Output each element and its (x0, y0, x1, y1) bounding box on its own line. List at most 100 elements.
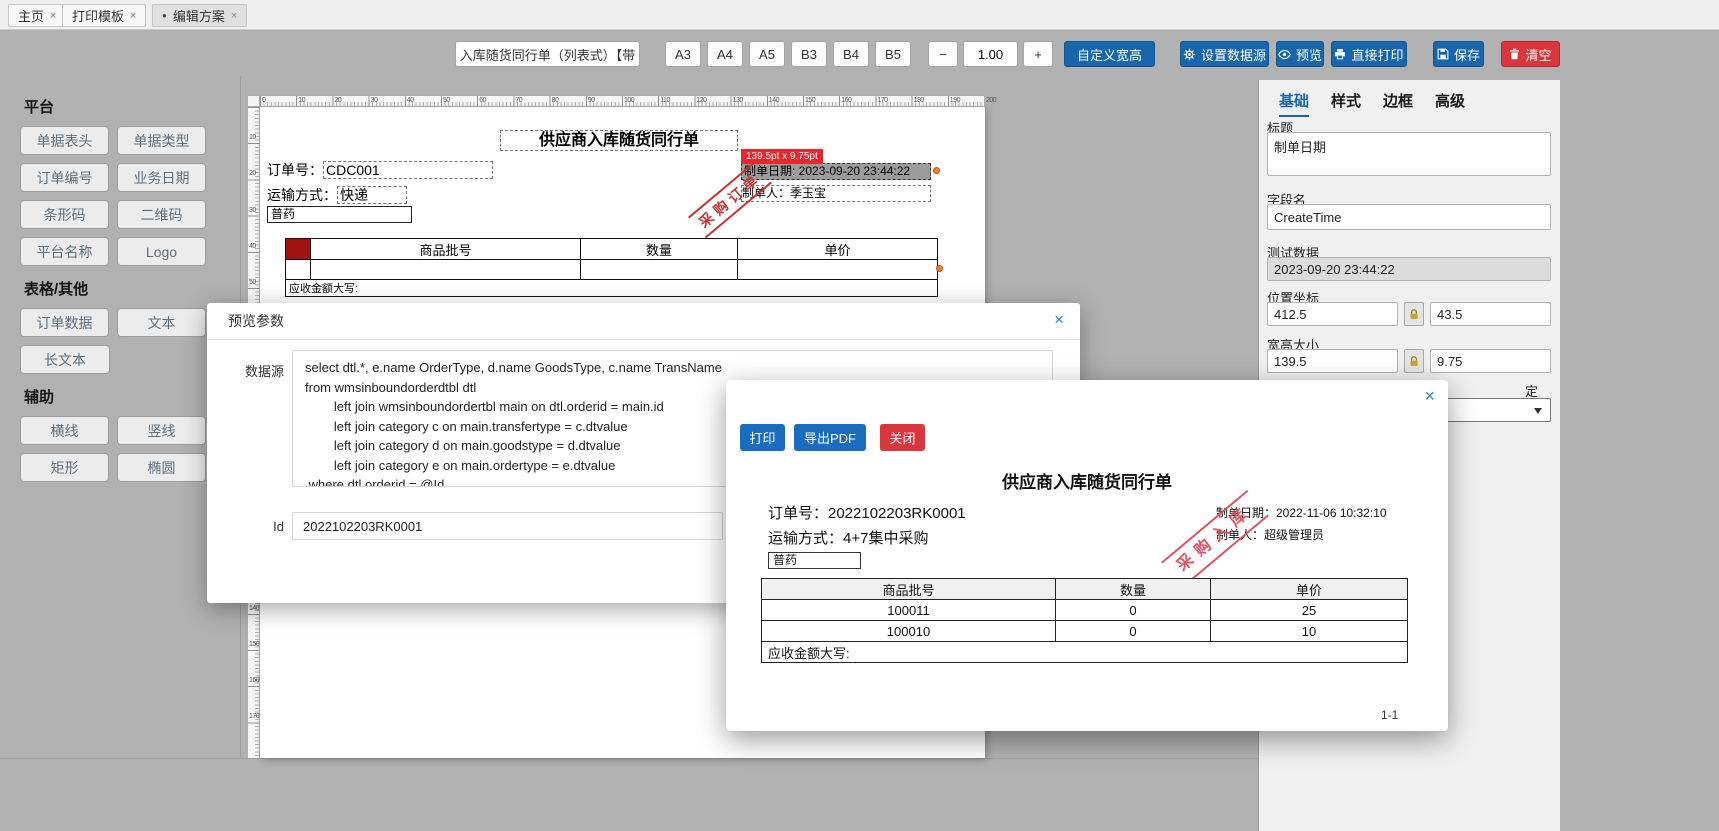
component-h-line[interactable]: 横线 (20, 416, 109, 445)
ruler-corner (247, 95, 260, 107)
tab-border[interactable]: 边框 (1383, 90, 1413, 117)
dialog-title: 预览参数 (228, 313, 284, 329)
design-creator-element[interactable]: 制单人：季玉宝 (741, 185, 931, 202)
design-drug-type-element[interactable]: 普药 (267, 206, 412, 223)
component-ellipse[interactable]: 椭圆 (117, 453, 206, 482)
custom-size-button[interactable]: 自定义宽高 (1064, 41, 1155, 67)
design-table-element[interactable]: 商品批号 数量 单价 应收金额大写: (285, 238, 938, 297)
height-input[interactable] (1430, 349, 1551, 373)
component-barcode[interactable]: 条形码 (20, 200, 109, 229)
design-create-date-element[interactable]: 制单日期: 2023-09-20 23:44:22 (741, 163, 931, 180)
tab-print-template[interactable]: 打印模板 × (62, 4, 147, 27)
table-cell: 0 (1055, 620, 1211, 642)
zoom-in-button[interactable]: + (1023, 41, 1053, 67)
test-data-input[interactable] (1267, 257, 1551, 281)
zoom-out-button[interactable]: − (928, 41, 958, 67)
component-business-date[interactable]: 业务日期 (117, 163, 206, 192)
table-cell: 10 (1210, 620, 1408, 642)
transport-value[interactable]: 快递 (337, 185, 407, 204)
component-doc-type[interactable]: 单据类型 (117, 126, 206, 155)
table-cell[interactable] (737, 259, 938, 280)
paper-size-a3-button[interactable]: A3 (665, 41, 701, 67)
preview-button[interactable]: 预览 (1276, 41, 1324, 67)
component-long-text[interactable]: 长文本 (20, 345, 110, 374)
lock-icon[interactable] (1404, 302, 1424, 326)
clear-button[interactable]: 清空 (1501, 41, 1560, 67)
design-title-element[interactable]: 供应商入库随货同行单 (500, 130, 738, 151)
id-label: Id (273, 519, 284, 534)
direct-print-label: 直接打印 (1351, 47, 1404, 63)
paper-size-b3-button[interactable]: B3 (791, 41, 827, 67)
field-name-input[interactable] (1267, 204, 1551, 230)
order-no-label: 订单号： (267, 161, 323, 178)
size-tooltip: 139.5pt x 9.75pt (741, 149, 823, 164)
component-qrcode[interactable]: 二维码 (117, 200, 206, 229)
tab-advanced[interactable]: 高级 (1435, 90, 1465, 117)
table-marker-cell[interactable] (285, 238, 311, 260)
set-datasource-button[interactable]: 设置数据源 (1180, 41, 1269, 67)
save-button[interactable]: 保存 (1433, 41, 1484, 67)
tab-basic[interactable]: 基础 (1279, 90, 1310, 117)
close-icon[interactable]: × (130, 10, 136, 22)
set-datasource-label: 设置数据源 (1200, 47, 1266, 63)
component-platform-name[interactable]: 平台名称 (20, 237, 109, 266)
preview-order-no: 订单号：2022102203RK0001 (768, 505, 966, 522)
component-order-no[interactable]: 订单编号 (20, 163, 109, 192)
page-number: 1-1 (1381, 708, 1399, 722)
design-order-no-element[interactable]: 订单号： CDC001 (267, 160, 493, 179)
component-logo[interactable]: Logo (117, 237, 206, 266)
preview-table-footer: 应收金额大写: (761, 641, 1408, 663)
lock-icon[interactable] (1404, 349, 1424, 373)
section-title-table-other: 表格/其他 (24, 281, 89, 298)
print-preview-dialog: × 打印 导出PDF 关闭 供应商入库随货同行单 订单号：2022102203R… (726, 380, 1448, 731)
paper-size-b5-button[interactable]: B5 (875, 41, 911, 67)
preview-drug-type: 普药 (768, 552, 861, 569)
component-v-line[interactable]: 竖线 (117, 416, 206, 445)
design-transport-element[interactable]: 运输方式： 快递 (267, 185, 407, 204)
paper-size-a5-button[interactable]: A5 (749, 41, 785, 67)
table-footer: 应收金额大写: (285, 279, 938, 297)
export-pdf-button[interactable]: 导出PDF (794, 424, 866, 451)
direct-print-button[interactable]: 直接打印 (1331, 41, 1407, 67)
preview-header-price: 单价 (1210, 578, 1408, 600)
table-header-batch[interactable]: 商品批号 (310, 238, 581, 260)
close-icon[interactable]: × (1424, 387, 1435, 405)
table-cell: 100011 (761, 599, 1056, 621)
table-header-qty[interactable]: 数量 (580, 238, 738, 260)
preview-header-qty: 数量 (1055, 578, 1211, 600)
paper-size-b4-button[interactable]: B4 (833, 41, 869, 67)
close-icon[interactable]: × (50, 10, 56, 22)
preview-header-batch: 商品批号 (761, 578, 1056, 600)
component-order-data[interactable]: 订单数据 (20, 308, 109, 337)
close-icon[interactable]: × (231, 10, 237, 22)
component-rect[interactable]: 矩形 (20, 453, 109, 482)
tab-style[interactable]: 样式 (1331, 90, 1361, 117)
print-button[interactable]: 打印 (740, 424, 785, 451)
paper-size-a4-button[interactable]: A4 (707, 41, 743, 67)
order-no-value[interactable]: CDC001 (323, 160, 493, 179)
title-input[interactable]: 制单日期 (1267, 132, 1551, 176)
table-cell[interactable] (285, 259, 311, 280)
position-y-input[interactable] (1430, 302, 1551, 326)
tab-edit-scheme[interactable]: ● 编辑方案 × (152, 4, 248, 27)
clear-label: 清空 (1525, 47, 1552, 63)
table-cell[interactable] (310, 259, 581, 280)
zoom-value-input[interactable] (963, 41, 1018, 67)
save-icon (1437, 48, 1449, 60)
table-cell[interactable] (580, 259, 738, 280)
table-cell: 100010 (761, 620, 1056, 642)
table-cell: 0 (1055, 599, 1211, 621)
selection-handle[interactable] (936, 265, 943, 272)
close-preview-button[interactable]: 关闭 (880, 424, 925, 451)
position-x-input[interactable] (1267, 302, 1398, 326)
table-header-price[interactable]: 单价 (737, 238, 938, 260)
close-icon[interactable]: × (1054, 311, 1064, 328)
component-doc-header[interactable]: 单据表头 (20, 126, 109, 155)
template-name-box[interactable]: 入库随货同行单（列表式）【带 (455, 41, 640, 67)
id-input[interactable] (292, 512, 723, 540)
component-text[interactable]: 文本 (117, 308, 206, 337)
width-input[interactable] (1267, 349, 1398, 373)
tab-home[interactable]: 主页 × (8, 4, 67, 27)
selection-handle[interactable] (933, 167, 940, 174)
tab-edit-scheme-label: 编辑方案 (172, 9, 225, 24)
